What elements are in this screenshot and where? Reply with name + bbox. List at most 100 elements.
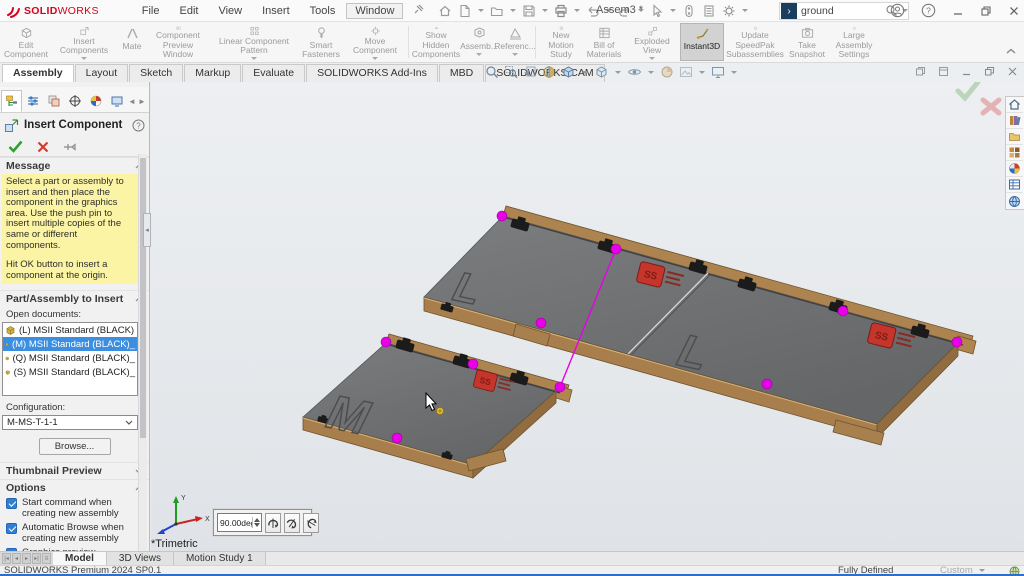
- search-commands-icon[interactable]: ›: [781, 3, 797, 19]
- tab-scroll-right-icon[interactable]: ►: [137, 90, 147, 112]
- menu-pin-icon[interactable]: [413, 4, 424, 18]
- menu-file[interactable]: File: [133, 3, 169, 19]
- deck-front[interactable]: SS M: [303, 334, 572, 478]
- ok-button[interactable]: [8, 140, 23, 153]
- confirmation-corner[interactable]: [958, 82, 999, 113]
- display-style-icon[interactable]: [593, 65, 610, 79]
- spinner-arrows[interactable]: [252, 517, 261, 528]
- tab-scroll-left-icon[interactable]: ◄: [127, 90, 137, 112]
- open-dropdown-caret[interactable]: [510, 9, 516, 12]
- home-icon[interactable]: [436, 3, 454, 19]
- ribbon-take-snapshot[interactable]: Take Snapshot: [786, 23, 828, 61]
- file-explorer-icon[interactable]: [1006, 129, 1023, 145]
- section-header-thumbnail[interactable]: Thumbnail Preview: [0, 462, 149, 479]
- tab-sketch[interactable]: Sketch: [129, 64, 183, 82]
- ribbon-update-speedpak[interactable]: Update SpeedPak Subassemblies: [724, 23, 786, 61]
- list-item[interactable]: (L) MSII Standard (BLACK): [3, 323, 137, 337]
- select-icon[interactable]: [648, 3, 666, 19]
- section-header-message[interactable]: Message: [0, 157, 149, 174]
- design-library-icon[interactable]: [1006, 113, 1023, 129]
- section-view-icon[interactable]: [541, 65, 557, 79]
- ribbon-edit-component[interactable]: Edit Component: [2, 23, 50, 61]
- appearances-icon[interactable]: [1006, 145, 1023, 161]
- view-orientation-caret[interactable]: [582, 71, 588, 74]
- ribbon-reference-geometry[interactable]: Referenc...: [497, 23, 533, 61]
- checkbox[interactable]: [6, 523, 17, 534]
- hide-show-items-icon[interactable]: [626, 65, 643, 79]
- save-dropdown-caret[interactable]: [542, 9, 548, 12]
- nav-last-icon[interactable]: ▸|: [32, 553, 41, 564]
- rotate-about-y-button[interactable]: [284, 513, 300, 533]
- doc-restore-icon[interactable]: [984, 66, 995, 77]
- rotate-angle-input[interactable]: [218, 518, 252, 528]
- configuration-select[interactable]: M-MS-T-1-1: [2, 415, 138, 430]
- select-dropdown-caret[interactable]: [670, 9, 676, 12]
- section-header-options[interactable]: Options: [0, 479, 149, 496]
- doc-close-icon[interactable]: [1007, 66, 1018, 77]
- print-icon[interactable]: [552, 3, 570, 19]
- view-orientation-icon[interactable]: [560, 65, 577, 79]
- open-documents-list[interactable]: (L) MSII Standard (BLACK) (M) MSII Stand…: [2, 322, 138, 396]
- home-tab-icon[interactable]: [1006, 97, 1023, 113]
- save-icon[interactable]: [520, 3, 538, 19]
- apply-scene-caret[interactable]: [699, 71, 705, 74]
- ribbon-instant3d[interactable]: Instant3D: [680, 23, 724, 61]
- close-icon[interactable]: [1008, 5, 1020, 17]
- edit-appearance-icon[interactable]: [659, 65, 675, 79]
- doc-minimize-icon[interactable]: [961, 66, 972, 77]
- ribbon-large-assembly-settings[interactable]: Large Assembly Settings: [828, 23, 880, 61]
- list-item[interactable]: (M) MSII Standard (BLACK)_: [3, 337, 137, 351]
- browse-button[interactable]: Browse...: [39, 438, 111, 455]
- nav-first-icon[interactable]: |◂: [2, 553, 11, 564]
- option-row[interactable]: Automatic Browse when creating new assem…: [0, 521, 149, 546]
- tab-layout[interactable]: Layout: [75, 64, 129, 82]
- property-manager-tab-icon[interactable]: [22, 90, 43, 112]
- ribbon-smart-fasteners[interactable]: Smart Fasteners: [298, 23, 344, 61]
- rotate-about-x-button[interactable]: [265, 513, 281, 533]
- print-dropdown-caret[interactable]: [574, 9, 580, 12]
- ribbon-assembly-features[interactable]: Assemb...: [461, 23, 497, 61]
- panel-splitter-handle[interactable]: ◂: [143, 213, 151, 247]
- ribbon-move-component[interactable]: Move Component: [344, 23, 406, 61]
- nav-next-icon[interactable]: ▸: [22, 553, 31, 564]
- minimize-icon[interactable]: [952, 5, 964, 17]
- custom-properties-icon[interactable]: [1006, 177, 1023, 193]
- panel-help-icon[interactable]: ?: [132, 119, 145, 132]
- doc-tab-motion-study[interactable]: Motion Study 1: [174, 552, 266, 565]
- previous-view-icon[interactable]: [522, 65, 538, 79]
- tab-markup[interactable]: Markup: [184, 64, 241, 82]
- display-style-caret[interactable]: [615, 71, 621, 74]
- hide-show-items-caret[interactable]: [648, 71, 654, 74]
- options-gear-icon[interactable]: [720, 3, 738, 19]
- section-header-part-assembly[interactable]: Part/Assembly to Insert: [0, 290, 149, 307]
- configuration-manager-tab-icon[interactable]: [43, 90, 64, 112]
- ribbon-collapse-chevron[interactable]: [1006, 46, 1016, 58]
- display-manager-tab-icon[interactable]: [85, 90, 106, 112]
- graphics-area[interactable]: SS SS L L: [151, 82, 1024, 551]
- ribbon-insert-components[interactable]: Insert Components: [50, 23, 118, 61]
- ribbon-component-preview-window[interactable]: Component Preview Window: [146, 23, 210, 61]
- file-properties-icon[interactable]: [700, 3, 718, 19]
- apply-scene-icon[interactable]: [678, 65, 694, 79]
- ribbon-bill-of-materials[interactable]: Bill of Materials: [584, 23, 624, 61]
- new-dropdown-caret[interactable]: [478, 9, 484, 12]
- options-dropdown-caret[interactable]: [742, 9, 748, 12]
- open-icon[interactable]: [488, 3, 506, 19]
- doc-tab-model[interactable]: Model: [53, 552, 107, 565]
- ribbon-show-hidden-components[interactable]: Show Hidden Components: [411, 23, 461, 61]
- list-item[interactable]: (S) MSII Standard (BLACK)_: [3, 365, 137, 379]
- content-central-icon[interactable]: [1006, 193, 1023, 209]
- tab-assembly[interactable]: Assembly: [2, 64, 74, 82]
- view-settings-caret[interactable]: [731, 71, 737, 74]
- tab-solidworks-addins[interactable]: SOLIDWORKS Add-Ins: [306, 64, 438, 82]
- doc-cascade-icon[interactable]: [915, 66, 926, 77]
- scrollbar-thumb[interactable]: [140, 158, 146, 438]
- ribbon-exploded-view[interactable]: Exploded View: [624, 23, 680, 61]
- push-pin-button[interactable]: [63, 141, 77, 153]
- help-icon[interactable]: ?: [921, 3, 936, 18]
- scenes-icon[interactable]: [1006, 161, 1023, 177]
- tab-mbd[interactable]: MBD: [439, 64, 484, 82]
- view-settings-icon[interactable]: [710, 65, 726, 79]
- doc-tab-3d-views[interactable]: 3D Views: [107, 552, 174, 565]
- ribbon-mate[interactable]: Mate: [118, 23, 146, 61]
